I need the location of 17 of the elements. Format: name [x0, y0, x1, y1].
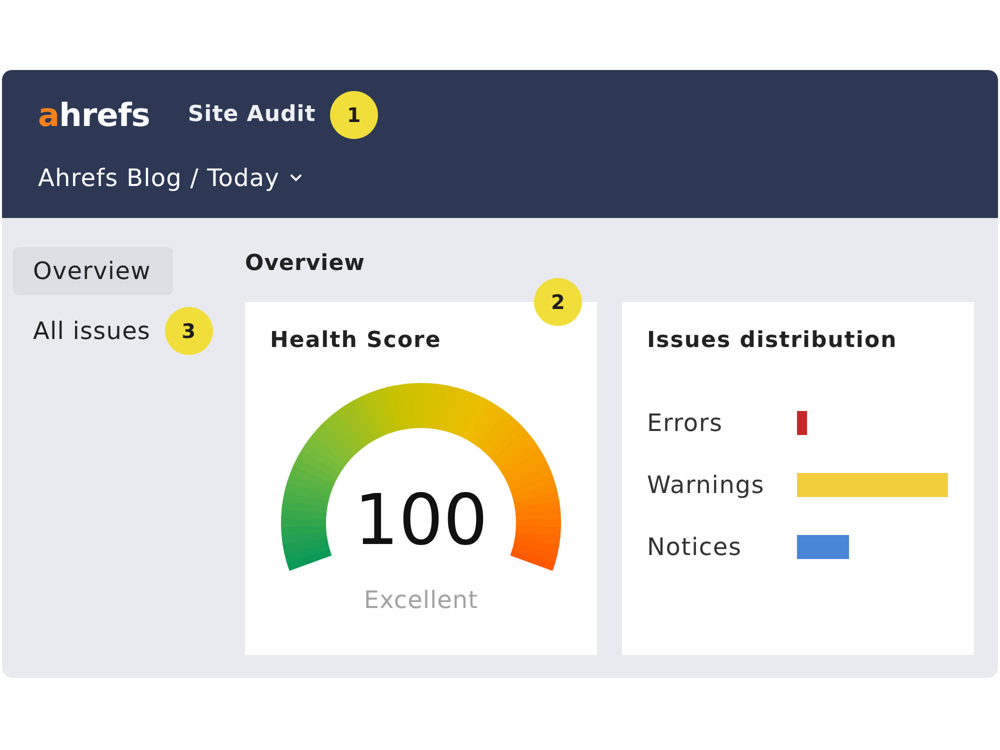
number-marker: 3 — [164, 307, 213, 355]
issue-type-label: Notices — [647, 533, 742, 561]
issue-type-label: Warnings — [647, 471, 765, 499]
issue-type-label: Errors — [647, 409, 723, 437]
health-rating: Excellent — [364, 586, 478, 614]
page-heading: Overview — [245, 250, 365, 278]
logo[interactable]: ahrefs — [38, 91, 150, 139]
sidebar-item[interactable]: All issues — [13, 307, 163, 355]
product-title: Site Audit — [188, 101, 316, 129]
number-marker: 2 — [534, 278, 582, 326]
card-title: Health Score — [270, 327, 442, 355]
chevron-down-icon — [290, 174, 302, 182]
sidebar-item[interactable]: Overview — [13, 247, 173, 295]
health-score-value: 100 — [354, 485, 488, 555]
number-marker: 1 — [330, 91, 378, 139]
card-title: Issues distribution — [647, 327, 898, 355]
project-dropdown[interactable]: Ahrefs Blog / Today — [38, 162, 302, 194]
